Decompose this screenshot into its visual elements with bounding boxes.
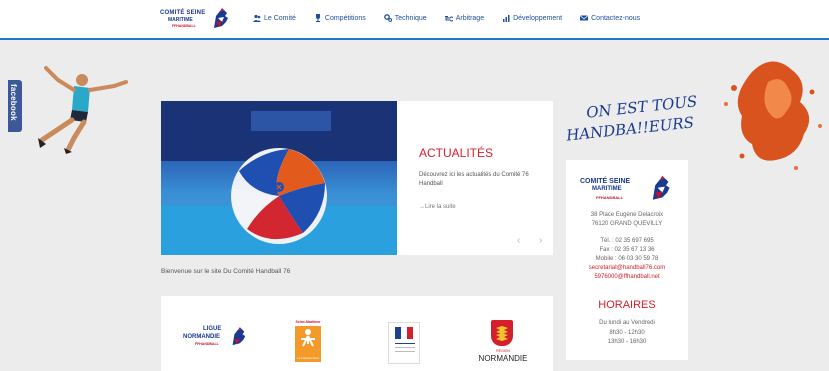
- nav-arbitrage[interactable]: Arbitrage: [444, 14, 485, 22]
- nav-label: Technique: [394, 14, 427, 22]
- logo-line-1: COMITÉ SEINE: [160, 10, 206, 16]
- email-secretariat-link[interactable]: secretariat@handball76.com: [566, 265, 688, 271]
- flag-red: [407, 327, 413, 339]
- handball-slide-image[interactable]: [161, 101, 397, 255]
- chart-icon: [503, 15, 510, 22]
- partner-line: NORMANDIE: [183, 334, 220, 340]
- news-description: Découvrez ici les actualités du Comité 7…: [419, 172, 529, 187]
- nav-competitions[interactable]: Compétitions: [314, 14, 366, 22]
- partner-line: LIGUE: [203, 326, 222, 332]
- main-nav: Le Comité Compétitions Technique Arbitra…: [253, 14, 658, 22]
- contact-logo-line-2: MARITIME: [592, 186, 622, 192]
- logo-line-3: FFHANDBALL: [172, 24, 196, 28]
- rooster-logo-icon: [232, 327, 246, 346]
- nav-label: Développement: [513, 14, 563, 22]
- partner-seine-maritime[interactable]: Seine-Maritime Le Département: [293, 320, 323, 366]
- nav-label: Arbitrage: [455, 14, 485, 22]
- contact-logo: COMITÉ SEINE MARITIME FFHANDBALL: [578, 175, 678, 205]
- news-carousel: ACTUALITÉS Découvrez ici les actualités …: [161, 101, 553, 255]
- partner-line: RÉGION: [496, 349, 510, 353]
- news-title: ACTUALITÉS: [419, 146, 494, 160]
- rooster-logo-icon: [214, 8, 228, 28]
- divider: [395, 351, 415, 352]
- envelope-icon: [580, 15, 589, 21]
- nav-contactez-nous[interactable]: Contactez-nous: [580, 14, 640, 22]
- partners-panel: LIGUE NORMANDIE FFHANDBALL Seine-Maritim…: [161, 296, 553, 371]
- fax: Fax : 02 35 67 13 36: [599, 247, 655, 253]
- welcome-text: Bienvenue sur le site Du Comité Handball…: [161, 268, 291, 275]
- slogan: ON EST TOUS HANDBA!!EURS: [565, 92, 698, 148]
- partner-line: Seine-Maritime: [295, 320, 321, 324]
- hours-afternoon: 13h30 - 16h30: [607, 339, 647, 345]
- hours-days: Du lundi au Vendredi: [599, 320, 655, 326]
- site-header: COMITÉ SEINE MARITIME FFHANDBALL Le Comi…: [0, 0, 829, 40]
- email-ffhandball-link[interactable]: 5976000@ffhandball.net: [566, 274, 688, 280]
- nav-technique[interactable]: Technique: [383, 14, 427, 22]
- cogs-icon: [383, 14, 392, 22]
- site-logo[interactable]: COMITÉ SEINE MARITIME FFHANDBALL: [160, 8, 230, 32]
- slogan-line-2: HANDBA!!EURS: [565, 113, 695, 145]
- contact-logo-line-1: COMITÉ SEINE: [580, 178, 631, 185]
- nav-label: Le Comité: [264, 14, 296, 22]
- jumping-player-illustration: [38, 66, 128, 154]
- read-more-link[interactable]: →Lire la suite: [419, 204, 456, 210]
- divider: [395, 347, 415, 348]
- nav-le-comite[interactable]: Le Comité: [253, 14, 296, 22]
- partner-prefecture[interactable]: [388, 322, 420, 364]
- lion-icon: [496, 326, 508, 341]
- contact-logo-line-3: FFHANDBALL: [596, 195, 624, 200]
- handball-ball-photo: [161, 101, 397, 255]
- divider: [395, 343, 415, 344]
- users-icon: [253, 14, 261, 22]
- address-line-1: 38 Place Eugène Delacroix: [590, 212, 664, 218]
- partner-region-normandie[interactable]: RÉGION NORMANDIE: [473, 320, 533, 368]
- contact-card: COMITÉ SEINE MARITIME FFHANDBALL 38 Plac…: [566, 160, 688, 360]
- normandy-shield: [491, 320, 513, 346]
- carousel-next-button[interactable]: ›: [539, 235, 542, 246]
- partner-line: FFHANDBALL: [195, 342, 219, 346]
- hours-title: HORAIRES: [598, 299, 656, 311]
- hours-morning: 8h30 - 12h30: [609, 330, 645, 336]
- nav-developpement[interactable]: Développement: [502, 14, 562, 22]
- logo-line-2: MARITIME: [168, 17, 193, 23]
- whistle-icon: [444, 16, 453, 22]
- mobile: Mobile : 06 03 30 59 78: [595, 256, 659, 262]
- trophy-icon: [315, 14, 320, 22]
- rooster-logo-icon: [652, 175, 670, 200]
- figure-icon: [301, 329, 315, 347]
- partner-line: Le Département: [297, 356, 319, 360]
- carousel-prev-button[interactable]: ‹: [517, 235, 520, 246]
- nav-label: Contactez-nous: [591, 14, 641, 22]
- seine-maritime-logo: Le Département: [295, 326, 321, 362]
- address-line-2: 76120 GRAND QUEVILLY: [591, 221, 663, 227]
- nav-label: Compétitions: [324, 14, 366, 22]
- red-splash-player-illustration: [724, 61, 822, 170]
- partner-ligue-normandie[interactable]: LIGUE NORMANDIE FFHANDBALL: [181, 326, 251, 354]
- partner-line: NORMANDIE: [478, 354, 528, 363]
- phone: Tél. : 02 35 697 695: [600, 238, 654, 244]
